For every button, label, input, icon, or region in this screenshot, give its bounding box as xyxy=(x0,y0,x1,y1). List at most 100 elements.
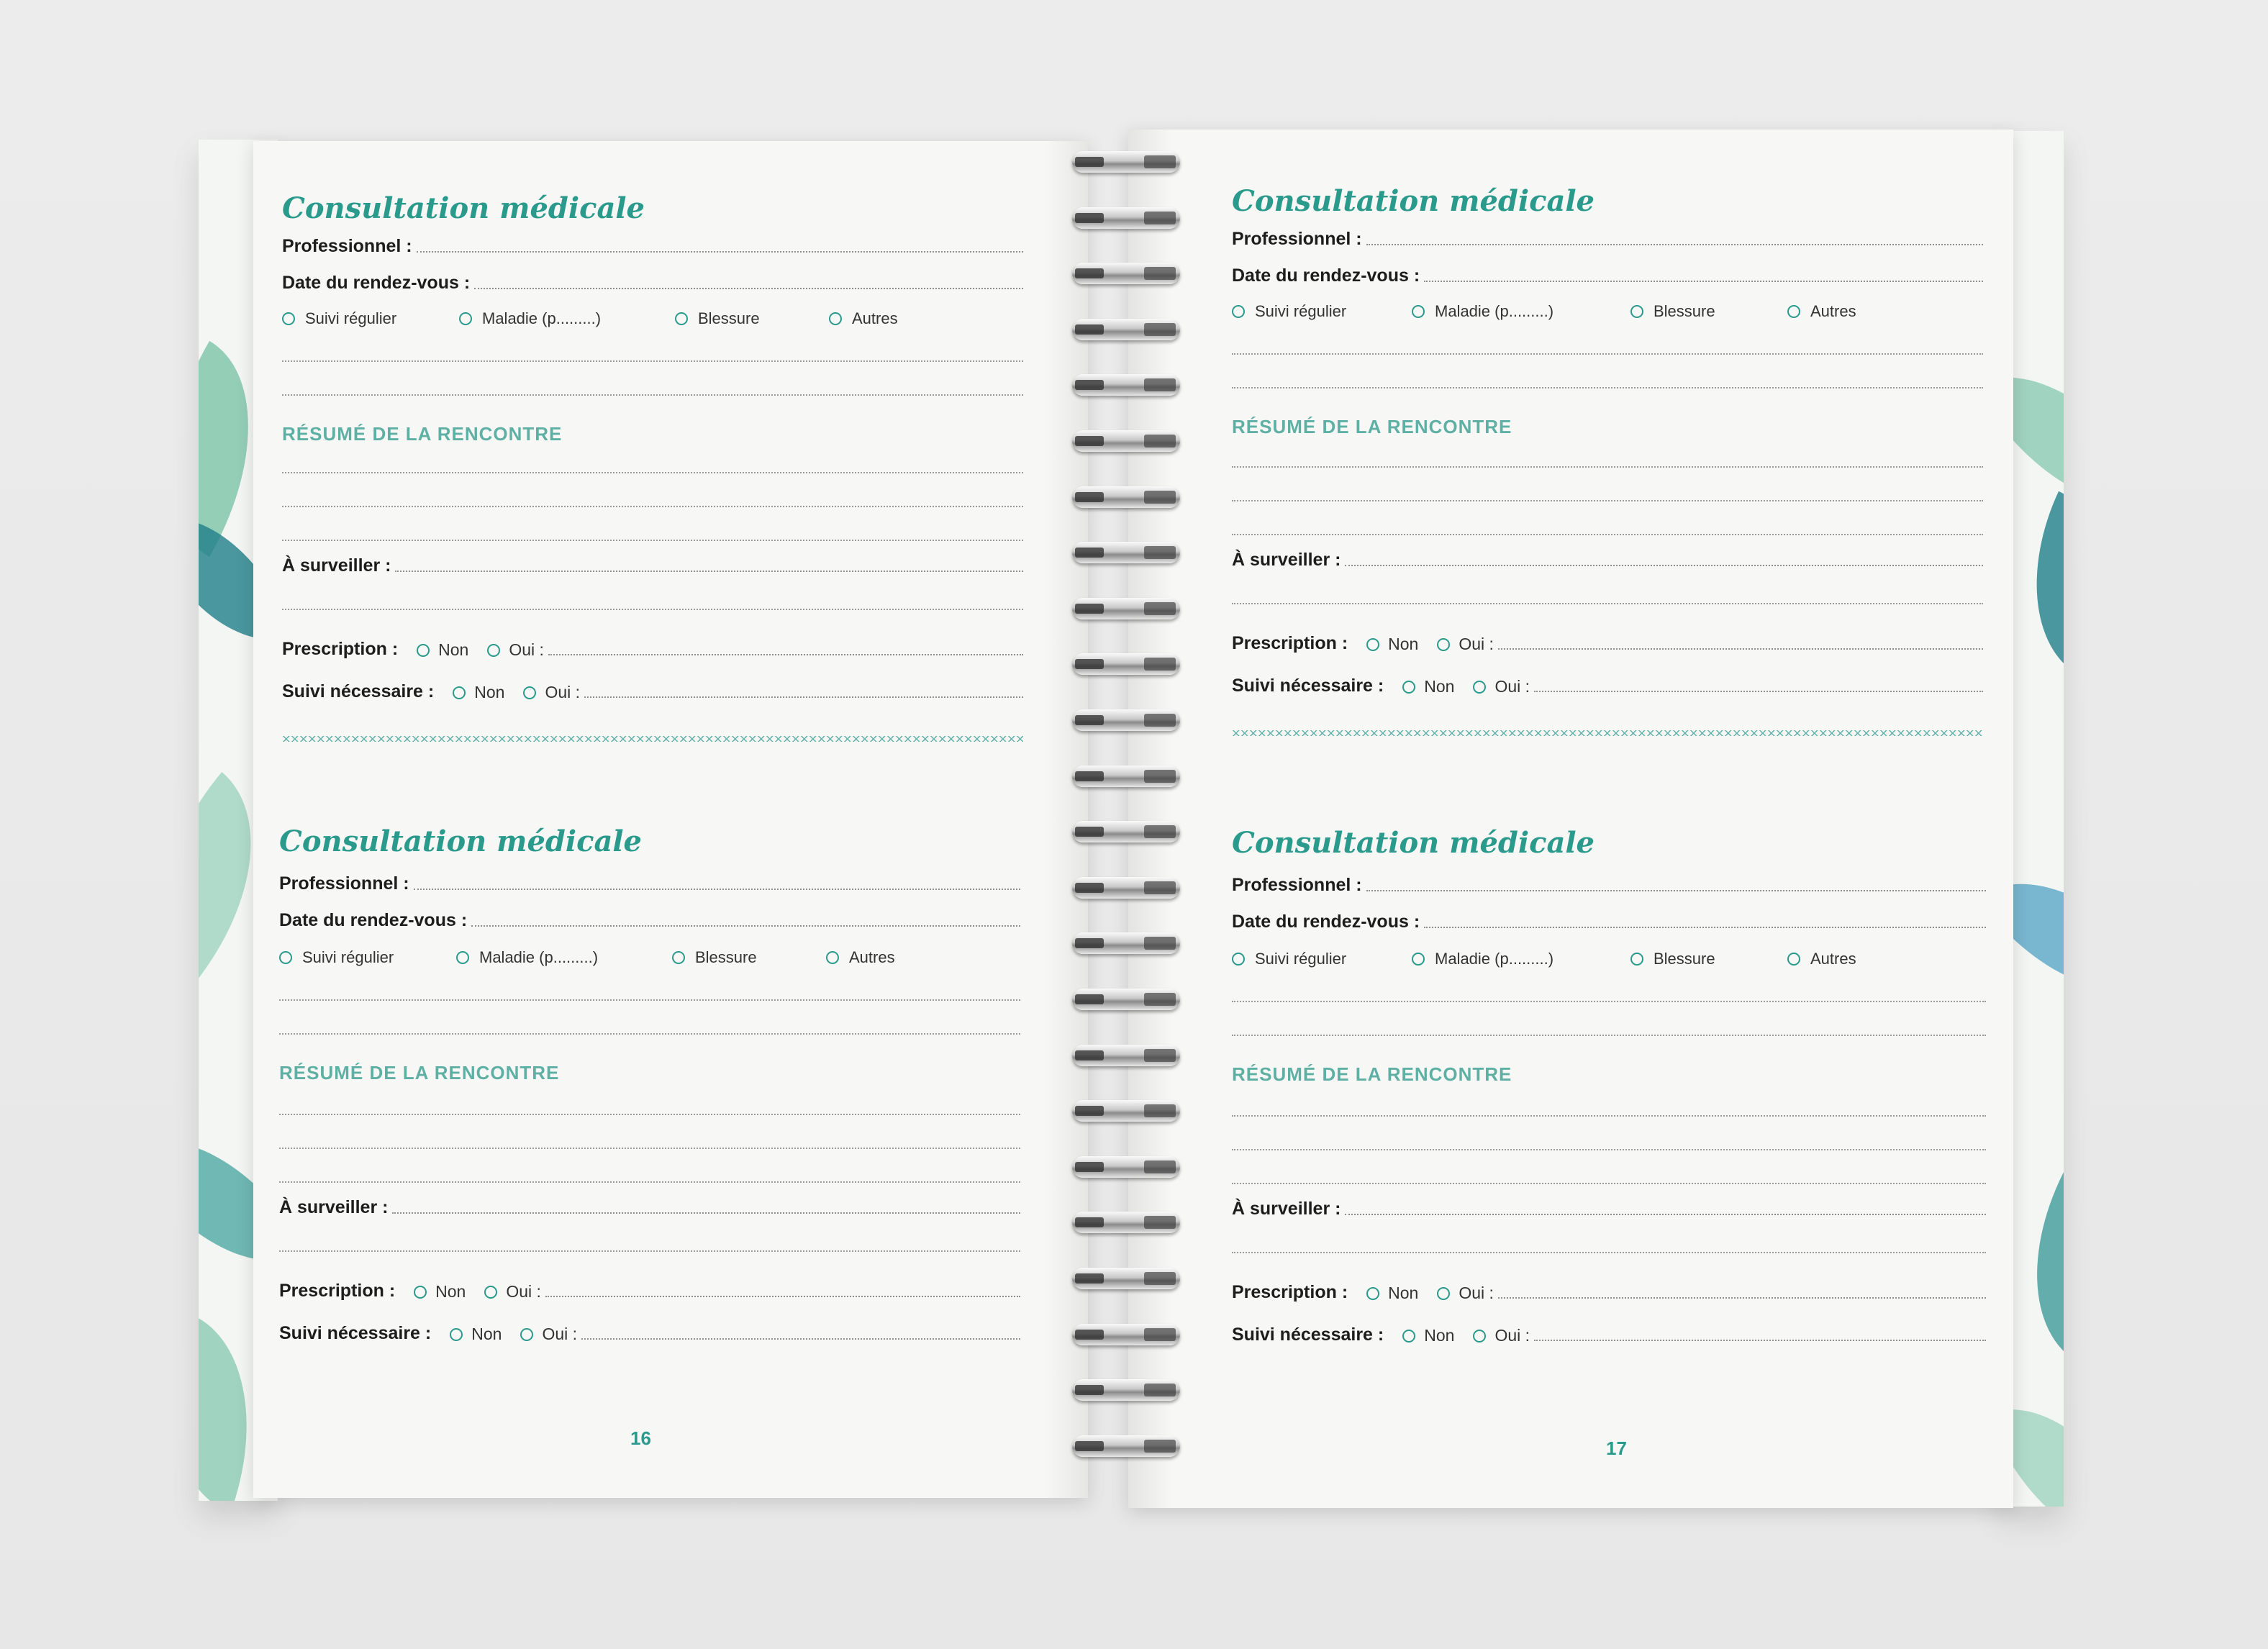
radio-icon[interactable] xyxy=(487,643,501,657)
writing-line[interactable] xyxy=(279,1032,1020,1035)
option-suivi-regulier[interactable]: Suivi régulier xyxy=(279,948,456,967)
writing-line[interactable] xyxy=(1232,533,1983,535)
writing-line[interactable] xyxy=(1232,1182,1986,1184)
followup-yes[interactable]: Oui : xyxy=(1473,1326,1530,1345)
radio-icon[interactable] xyxy=(1366,1286,1380,1300)
prescription-field[interactable] xyxy=(1497,1296,1986,1299)
writing-line[interactable] xyxy=(282,539,1023,541)
radio-icon[interactable] xyxy=(1437,637,1451,651)
radio-icon[interactable] xyxy=(523,686,537,699)
date-field[interactable] xyxy=(471,925,1020,927)
radio-icon[interactable] xyxy=(282,312,295,325)
writing-line[interactable] xyxy=(1232,1251,1986,1253)
watch-field[interactable] xyxy=(395,570,1023,572)
option-blessure[interactable]: Blessure xyxy=(1630,302,1787,321)
writing-line[interactable] xyxy=(282,360,1023,362)
radio-icon[interactable] xyxy=(1787,953,1800,966)
followup-no[interactable]: Non xyxy=(453,683,504,702)
option-maladie[interactable]: Maladie (p.........) xyxy=(459,309,675,328)
option-maladie[interactable]: Maladie (p.........) xyxy=(1412,302,1630,321)
followup-field[interactable] xyxy=(1534,1339,1986,1341)
option-blessure[interactable]: Blessure xyxy=(675,309,829,328)
prescription-no[interactable]: Non xyxy=(1366,1284,1418,1303)
prescription-yes[interactable]: Oui : xyxy=(1437,635,1494,654)
radio-icon[interactable] xyxy=(826,951,839,964)
writing-line[interactable] xyxy=(1232,1034,1986,1036)
writing-line[interactable] xyxy=(282,394,1023,396)
professional-field[interactable] xyxy=(416,250,1023,253)
radio-icon[interactable] xyxy=(456,951,469,964)
radio-icon[interactable] xyxy=(1437,1286,1451,1300)
followup-no[interactable]: Non xyxy=(1402,677,1454,696)
radio-icon[interactable] xyxy=(1412,953,1425,966)
writing-line[interactable] xyxy=(1232,602,1983,604)
writing-line[interactable] xyxy=(279,1113,1020,1115)
option-autres[interactable]: Autres xyxy=(1787,950,1856,968)
writing-line[interactable] xyxy=(279,1147,1020,1149)
prescription-yes[interactable]: Oui : xyxy=(487,640,544,660)
prescription-no[interactable]: Non xyxy=(417,640,468,660)
professional-field[interactable] xyxy=(1366,889,1986,891)
date-field[interactable] xyxy=(1424,926,1986,928)
writing-line[interactable] xyxy=(279,1181,1020,1183)
date-field[interactable] xyxy=(1424,280,1983,282)
radio-icon[interactable] xyxy=(279,951,292,964)
radio-icon[interactable] xyxy=(829,312,842,325)
radio-icon[interactable] xyxy=(1630,953,1643,966)
radio-icon[interactable] xyxy=(450,1327,463,1341)
writing-line[interactable] xyxy=(1232,1114,1986,1117)
radio-icon[interactable] xyxy=(520,1327,534,1341)
prescription-field[interactable] xyxy=(545,1295,1020,1297)
option-autres[interactable]: Autres xyxy=(1787,302,1856,321)
radio-icon[interactable] xyxy=(675,312,688,325)
writing-line[interactable] xyxy=(1232,499,1983,501)
followup-field[interactable] xyxy=(581,1337,1020,1340)
prescription-no[interactable]: Non xyxy=(414,1282,466,1302)
radio-icon[interactable] xyxy=(1473,680,1487,694)
writing-line[interactable] xyxy=(282,505,1023,507)
writing-line[interactable] xyxy=(282,608,1023,610)
prescription-no[interactable]: Non xyxy=(1366,635,1418,654)
prescription-yes[interactable]: Oui : xyxy=(1437,1284,1494,1303)
option-suivi-regulier[interactable]: Suivi régulier xyxy=(1232,950,1412,968)
prescription-field[interactable] xyxy=(548,653,1023,655)
followup-no[interactable]: Non xyxy=(450,1325,502,1344)
radio-icon[interactable] xyxy=(414,1285,427,1299)
writing-line[interactable] xyxy=(1232,386,1983,389)
radio-icon[interactable] xyxy=(672,951,685,964)
radio-icon[interactable] xyxy=(1473,1329,1487,1343)
followup-yes[interactable]: Oui : xyxy=(523,683,580,702)
radio-icon[interactable] xyxy=(417,643,430,657)
writing-line[interactable] xyxy=(1232,1000,1986,1002)
watch-field[interactable] xyxy=(1345,1213,1986,1215)
radio-icon[interactable] xyxy=(1366,637,1380,651)
radio-icon[interactable] xyxy=(453,686,466,699)
writing-line[interactable] xyxy=(279,999,1020,1001)
radio-icon[interactable] xyxy=(459,312,472,325)
option-maladie[interactable]: Maladie (p.........) xyxy=(1412,950,1630,968)
option-suivi-regulier[interactable]: Suivi régulier xyxy=(282,309,459,328)
followup-yes[interactable]: Oui : xyxy=(1473,677,1530,696)
radio-icon[interactable] xyxy=(1787,305,1800,318)
writing-line[interactable] xyxy=(1232,353,1983,355)
writing-line[interactable] xyxy=(1232,465,1983,468)
radio-icon[interactable] xyxy=(1232,305,1245,318)
watch-field[interactable] xyxy=(392,1212,1020,1214)
option-suivi-regulier[interactable]: Suivi régulier xyxy=(1232,302,1412,321)
followup-yes[interactable]: Oui : xyxy=(520,1325,577,1344)
watch-field[interactable] xyxy=(1345,564,1983,566)
writing-line[interactable] xyxy=(282,471,1023,473)
writing-line[interactable] xyxy=(279,1250,1020,1252)
radio-icon[interactable] xyxy=(1402,680,1416,694)
followup-no[interactable]: Non xyxy=(1402,1326,1454,1345)
followup-field[interactable] xyxy=(1534,690,1983,692)
radio-icon[interactable] xyxy=(484,1285,498,1299)
option-autres[interactable]: Autres xyxy=(829,309,898,328)
date-field[interactable] xyxy=(474,287,1023,289)
radio-icon[interactable] xyxy=(1630,305,1643,318)
prescription-field[interactable] xyxy=(1497,648,1983,650)
option-maladie[interactable]: Maladie (p.........) xyxy=(456,948,672,967)
radio-icon[interactable] xyxy=(1232,953,1245,966)
writing-line[interactable] xyxy=(1232,1148,1986,1150)
option-blessure[interactable]: Blessure xyxy=(672,948,826,967)
